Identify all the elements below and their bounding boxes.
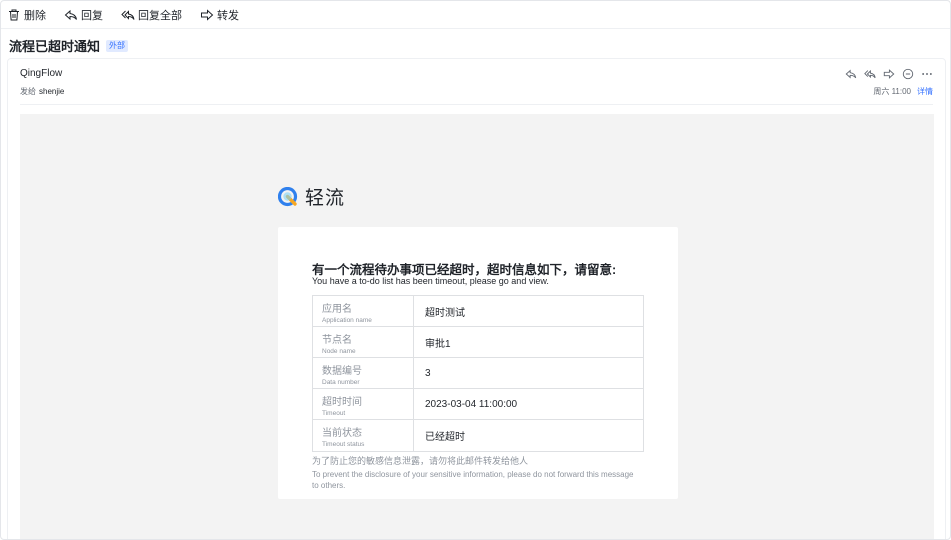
forward-label: 转发 — [217, 9, 239, 22]
row-key: 节点名 Node name — [313, 327, 414, 357]
reply-all-icon[interactable] — [863, 67, 876, 80]
table-row: 应用名 Application name 超时测试 — [313, 296, 643, 327]
reply-button[interactable]: 回复 — [64, 4, 103, 26]
comment-icon[interactable] — [901, 67, 914, 80]
mail-date: 周六 11:00 — [873, 87, 911, 96]
key-cn: 节点名 — [322, 335, 352, 346]
row-value: 超时测试 — [425, 307, 465, 319]
mail-actions — [838, 67, 933, 80]
table-row: 超时时间 Timeout 2023-03-04 11:00:00 — [313, 389, 643, 420]
key-cn: 应用名 — [322, 304, 352, 315]
external-badge: 外部 — [106, 39, 129, 52]
row-value: 2023-03-04 11:00:00 — [425, 398, 518, 410]
trash-icon — [7, 8, 21, 22]
reply-icon[interactable] — [844, 67, 857, 80]
table-row: 当前状态 Timeout status 已经超时 — [313, 420, 643, 451]
more-icon[interactable] — [920, 67, 933, 80]
reply-label: 回复 — [81, 9, 103, 22]
reply-all-icon — [121, 8, 135, 22]
table-row: 节点名 Node name 审批1 — [313, 327, 643, 358]
info-table: 应用名 Application name 超时测试 节点名 Node name … — [312, 295, 644, 452]
recipient-name[interactable]: shenjie — [39, 87, 64, 96]
qingflow-logo: 轻流 — [278, 183, 345, 210]
key-cn: 当前状态 — [322, 428, 362, 439]
key-en: Data number — [322, 379, 360, 386]
notice-en: To prevent the disclosure of your sensit… — [312, 470, 634, 490]
key-cn: 超时时间 — [322, 397, 362, 408]
table-row: 数据编号 Data number 3 — [313, 358, 643, 389]
forward-icon[interactable] — [882, 67, 895, 80]
reply-icon — [64, 8, 78, 22]
header-divider — [20, 104, 933, 105]
recipient-prefix: 发给 — [20, 87, 36, 96]
row-key: 超时时间 Timeout — [313, 389, 414, 419]
key-en: Application name — [322, 317, 372, 324]
row-value: 已经超时 — [425, 432, 465, 443]
key-en: Timeout status — [322, 441, 365, 448]
key-cn: 数据编号 — [322, 366, 362, 377]
heading-en: You have a to-do list has been timeout, … — [312, 276, 549, 286]
reply-all-button[interactable]: 回复全部 — [121, 4, 182, 26]
reply-all-label: 回复全部 — [138, 9, 182, 22]
subject-title: 流程已超时通知 — [9, 39, 101, 54]
notification-card: 有一个流程待办事项已经超时，超时信息如下，请留意: You have a to-… — [278, 227, 678, 499]
row-value: 3 — [425, 367, 431, 379]
mail-card: QingFlow 发给 shenjie 周六 11:00 详情 轻流 有一个流程… — [7, 58, 946, 539]
notice-cn: 为了防止您的敏感信息泄露，请勿将此邮件转发给他人 — [312, 456, 529, 466]
mail-window: 删除 回复 回复全部 转发 流程已超时通知 外部 QingFlow 发给 shen… — [0, 0, 951, 540]
date-line: 周六 11:00 详情 — [873, 86, 933, 97]
qingflow-logo-icon — [278, 186, 298, 206]
row-key: 应用名 Application name — [313, 296, 414, 326]
delete-button[interactable]: 删除 — [7, 4, 46, 26]
row-value: 审批1 — [425, 338, 451, 350]
detail-link[interactable]: 详情 — [917, 87, 933, 96]
row-key: 数据编号 Data number — [313, 358, 414, 388]
delete-label: 删除 — [24, 9, 46, 22]
sender-name: QingFlow — [20, 68, 63, 79]
subject-bar: 流程已超时通知 外部 — [9, 36, 129, 55]
forward-button[interactable]: 转发 — [200, 4, 239, 26]
key-en: Timeout — [322, 410, 346, 417]
email-body: 轻流 有一个流程待办事项已经超时，超时信息如下，请留意: You have a … — [20, 114, 934, 539]
row-key: 当前状态 Timeout status — [313, 420, 414, 451]
key-en: Node name — [322, 348, 356, 355]
recipient-line: 发给 shenjie — [20, 86, 64, 97]
forward-icon — [200, 8, 214, 22]
logo-text: 轻流 — [305, 188, 346, 209]
toolbar: 删除 回复 回复全部 转发 — [1, 1, 950, 29]
